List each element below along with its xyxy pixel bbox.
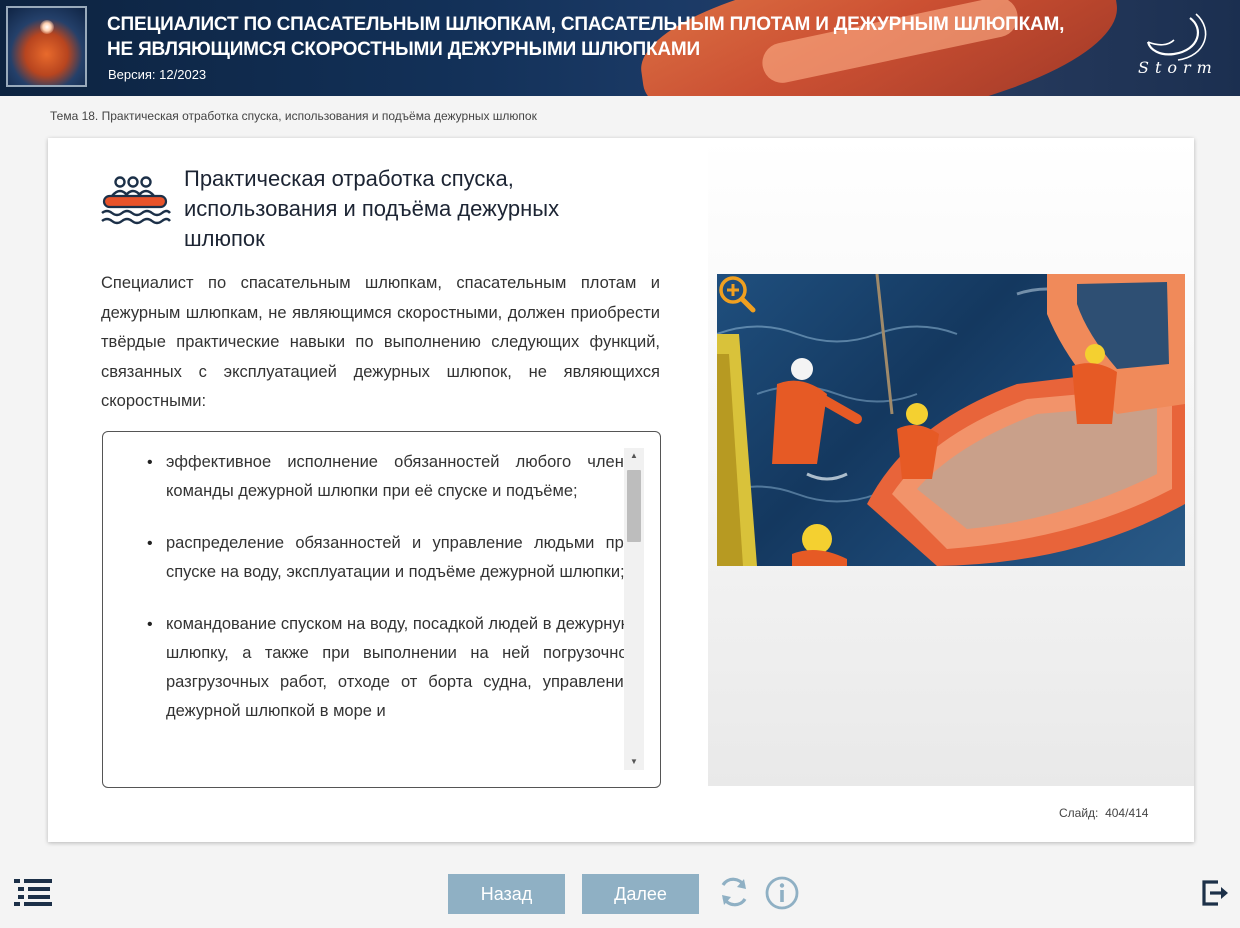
exit-icon[interactable] xyxy=(1200,878,1230,908)
rescue-boat-icon xyxy=(101,176,171,225)
course-version: Версия: 12/2023 xyxy=(108,67,207,82)
breadcrumb: Тема 18. Практическая отработка спуска, … xyxy=(50,109,537,123)
course-thumbnail xyxy=(6,6,87,87)
skills-list: эффективное исполнение обязанностей любо… xyxy=(103,432,633,749)
list-item: эффективное исполнение обязанностей любо… xyxy=(147,448,633,506)
slide-text-panel: Практическая отработка спуска, использов… xyxy=(48,138,708,842)
slide-counter: Слайд: 404/414 xyxy=(1059,806,1149,820)
scroll-up-arrow-icon[interactable]: ▲ xyxy=(624,448,644,464)
list-item: командование спуском на воду, посадкой л… xyxy=(147,610,633,726)
rescue-boat-photo[interactable] xyxy=(717,274,1185,566)
slide-card: Практическая отработка спуска, использов… xyxy=(48,138,1194,842)
next-button[interactable]: Далее xyxy=(582,874,699,914)
back-button[interactable]: Назад xyxy=(448,874,565,914)
total-slide-count: 414 xyxy=(1128,806,1149,820)
header: СПЕЦИАЛИСТ ПО СПАСАТЕЛЬНЫМ ШЛЮПКАМ, СПАС… xyxy=(0,0,1240,96)
zoom-in-icon[interactable] xyxy=(717,274,757,314)
slide-media-panel xyxy=(708,138,1194,786)
reload-icon[interactable] xyxy=(716,874,752,910)
course-title: СПЕЦИАЛИСТ ПО СПАСАТЕЛЬНЫМ ШЛЮПКАМ, СПАС… xyxy=(107,14,1065,60)
scroll-thumb[interactable] xyxy=(627,470,641,542)
scroll-down-arrow-icon[interactable]: ▼ xyxy=(624,754,644,770)
storm-logo-text: Storm xyxy=(1138,58,1218,77)
current-slide-number: 404 xyxy=(1105,806,1126,820)
list-item: распределение обязанностей и управление … xyxy=(147,529,633,587)
slide-intro-text: Специалист по спасательным шлюпкам, спас… xyxy=(101,274,660,410)
skills-list-box[interactable]: эффективное исполнение обязанностей любо… xyxy=(102,431,661,788)
info-icon[interactable] xyxy=(764,875,800,911)
list-scrollbar[interactable]: ▲ ▼ xyxy=(624,448,644,770)
slide-title: Практическая отработка спуска, использов… xyxy=(184,166,560,251)
list-menu-icon[interactable] xyxy=(14,878,54,906)
